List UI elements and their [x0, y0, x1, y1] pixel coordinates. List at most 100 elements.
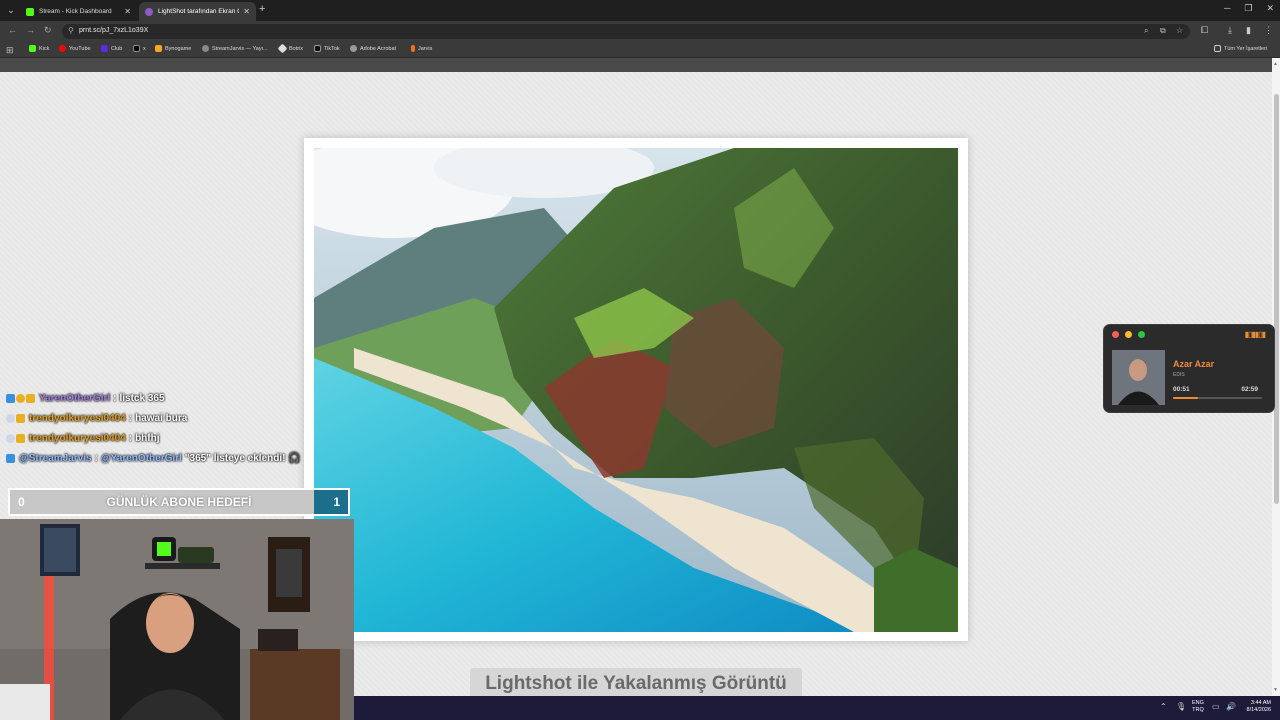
page-header-strip	[0, 58, 1272, 72]
downloads-icon[interactable]: ⤓	[1228, 25, 1232, 36]
globe-icon	[202, 45, 209, 52]
close-window-button[interactable]: ✕	[1266, 3, 1274, 14]
bookmark-streamjarvis[interactable]: StreamJarvis — Yayı...	[202, 45, 268, 52]
profile-icon[interactable]: ▮	[1246, 25, 1251, 36]
chat-mention: @YarenOtherGirl	[100, 452, 182, 464]
chat-message: @StreamJarvis : @YarenOtherGirl "365" li…	[6, 448, 336, 468]
new-tab-button[interactable]: +	[259, 3, 265, 15]
apps-grid-icon[interactable]: ⊞	[6, 45, 14, 56]
chat-separator: :	[113, 392, 117, 404]
address-url: prnt.sc/pJ_7xzL1o39X	[79, 27, 149, 34]
moderator-badge-icon	[6, 413, 15, 423]
all-bookmarks-folder[interactable]: Tüm Yer İşaretleri	[1214, 45, 1267, 52]
volume-icon[interactable]: 🔊	[1226, 702, 1236, 711]
tab-search-button[interactable]: ⌄	[4, 4, 18, 17]
bookmark-star-icon[interactable]: ☆	[1176, 26, 1183, 35]
zoom-icon[interactable]: ⌕	[1144, 26, 1148, 36]
maximize-dot-icon[interactable]	[1138, 331, 1145, 338]
address-bar[interactable]: ⚲ prnt.sc/pJ_7xzL1o39X ⌕ ⧉ ☆	[62, 24, 1190, 39]
clock-time: 3:44 AM	[1250, 700, 1271, 706]
playback-progress-fill	[1173, 397, 1198, 399]
maximize-button[interactable]: ❐	[1244, 3, 1252, 14]
language-code: ENG	[1192, 700, 1204, 706]
goal-label: GÜNLÜK ABONE HEDEFİ	[106, 495, 252, 509]
chat-username: trendyolkuryesi0404	[29, 412, 126, 424]
scrollbar-thumb[interactable]	[1274, 94, 1279, 504]
chat-text: bhfhj	[135, 432, 160, 444]
windows-taskbar: ⌃ 🎙 ▭ 🔊	[354, 696, 1280, 720]
bookmark-botrix[interactable]: Botrix	[277, 43, 303, 54]
subscriber-badge-icon	[26, 393, 35, 403]
site-info-icon[interactable]: ⚲	[68, 26, 74, 35]
stream-chat-overlay: YarenOtherGirl : listck 365 trendyolkury…	[6, 388, 336, 468]
globe-icon	[350, 45, 357, 52]
tab-close-icon[interactable]: ✕	[124, 7, 131, 16]
chat-separator: :	[128, 432, 133, 444]
scroll-up-icon[interactable]: ▲	[1273, 61, 1278, 67]
folder-icon	[1214, 45, 1221, 52]
song-title: Azar Azar	[1173, 359, 1215, 369]
chat-text: listck 365	[119, 392, 165, 404]
forward-button[interactable]: →	[26, 25, 35, 35]
minimize-button[interactable]: ─	[1224, 3, 1230, 14]
bookmark-club[interactable]: Club	[101, 45, 122, 52]
equalizer-icon: ▮▯▮▮▯▮	[1244, 330, 1266, 339]
bookmark-tiktok[interactable]: TikTok	[314, 45, 340, 52]
jarvis-bolt-icon	[411, 45, 415, 52]
bot-badge-icon	[6, 453, 15, 463]
reload-button[interactable]: ↻	[44, 25, 52, 36]
minimize-dot-icon[interactable]	[1125, 331, 1132, 338]
kick-favicon-icon	[26, 7, 34, 16]
input-language-indicator[interactable]: ENG TRQ	[1192, 700, 1204, 714]
screenshot-image-frame	[304, 138, 968, 641]
playback-progress-bar[interactable]	[1173, 397, 1262, 399]
bookmark-jarvis[interactable]: Jarvis	[411, 45, 432, 52]
bookmark-kick[interactable]: Kick	[29, 45, 49, 52]
clock-date: 8/14/2026	[1246, 707, 1271, 713]
elapsed-time: 00:51	[1173, 386, 1190, 393]
bookmark-x[interactable]: x	[133, 45, 146, 52]
tray-overflow-icon[interactable]: ⌃	[1160, 702, 1167, 711]
chat-separator: :	[128, 412, 133, 424]
club-icon	[101, 45, 108, 52]
keyboard-layout: TRQ	[1192, 707, 1204, 713]
goal-target: 1	[333, 495, 340, 509]
bookmark-adobe-acrobat[interactable]: Adobe Acrobat	[350, 45, 396, 52]
tab-title: LightShot tarafından Ekran Gör	[158, 8, 240, 15]
subscriber-goal-bar: 0 GÜNLÜK ABONE HEDEFİ 1	[8, 488, 350, 516]
bookmark-youtube[interactable]: YouTube	[59, 45, 91, 52]
tab-title: Stream - Kick Dashboard	[39, 8, 112, 15]
close-dot-icon[interactable]	[1112, 331, 1119, 338]
bookmark-bynogame[interactable]: Bynogame	[155, 45, 191, 52]
chat-username: trendyolkuryesi0404	[29, 432, 126, 444]
chat-separator: :	[94, 452, 98, 464]
menu-icon[interactable]: ⋮	[1264, 25, 1273, 36]
tab-kick-dashboard[interactable]: Stream - Kick Dashboard ✕	[20, 2, 137, 21]
youtube-icon	[59, 45, 66, 52]
tiktok-icon	[314, 45, 321, 52]
tab-lightshot[interactable]: LightShot tarafından Ekran Gör ✕	[139, 2, 256, 21]
chat-message: trendyolkuryesi0404 : hawai bura	[6, 408, 336, 428]
system-clock[interactable]: 3:44 AM 8/14/2026	[1240, 700, 1271, 714]
x-icon	[133, 45, 140, 52]
back-button[interactable]: ←	[8, 25, 17, 35]
founder-badge-icon	[16, 393, 25, 403]
chat-text: "365" listeye eklendi! 🎧	[184, 452, 301, 464]
tab-close-icon[interactable]: ✕	[243, 7, 250, 16]
music-player-widget: ▮▯▮▮▯▮ Azar Azar EDIS 00:51 02:59	[1103, 324, 1275, 413]
chat-text: hawai bura	[135, 412, 188, 424]
microphone-icon[interactable]: 🎙	[1176, 702, 1186, 711]
webcam-feed	[0, 519, 354, 720]
album-cover	[1112, 350, 1165, 405]
browser-toolbar: ← → ↻ ⚲ prnt.sc/pJ_7xzL1o39X ⌕ ⧉ ☆ ⧠ ⤓ ▮…	[0, 21, 1280, 42]
install-app-icon[interactable]: ⧉	[1160, 26, 1166, 36]
chat-username: @StreamJarvis	[19, 452, 92, 464]
page-caption: Lightshot ile Yakalanmış Görüntü	[470, 668, 802, 698]
extensions-icon[interactable]: ⧠	[1201, 25, 1208, 36]
scroll-down-icon[interactable]: ▼	[1273, 687, 1278, 693]
song-artist: EDIS	[1173, 372, 1185, 378]
network-icon[interactable]: ▭	[1212, 702, 1220, 711]
bookmarks-bar: ⊞ Kick YouTube Club x Bynogame StreamJar…	[0, 42, 1280, 58]
kick-icon	[29, 45, 36, 52]
bynogame-icon	[155, 45, 162, 52]
